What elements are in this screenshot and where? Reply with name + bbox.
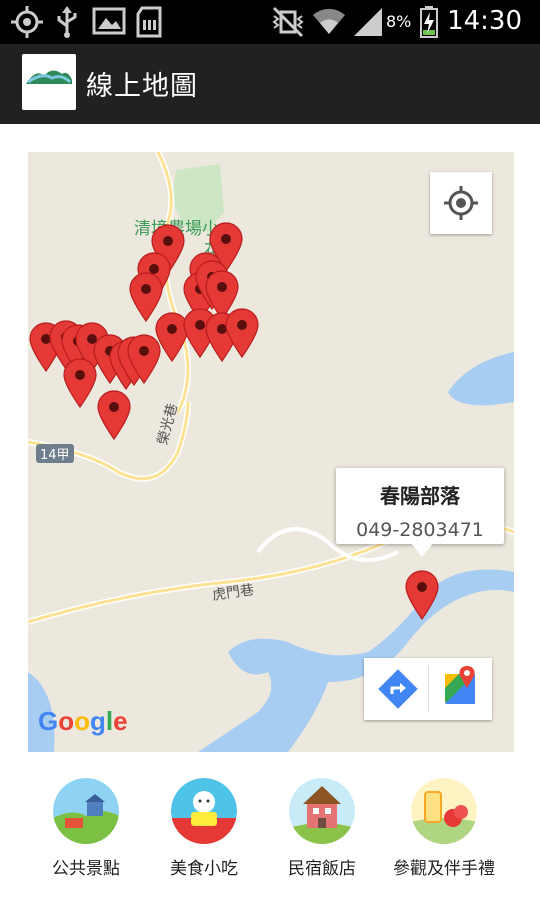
- battery-charging-icon: [420, 6, 438, 38]
- road-shield-14: 14甲: [36, 444, 74, 463]
- signal-icon: [354, 8, 382, 36]
- map-toolbar: [364, 658, 492, 720]
- map-marker-pin[interactable]: [62, 358, 98, 409]
- clock: 14:30: [447, 6, 522, 36]
- wifi-icon: [313, 8, 345, 35]
- usb-icon: [57, 6, 77, 38]
- mute-vibrate-icon: [272, 6, 304, 38]
- bottom-nav: 公共景點 美食小吃 民宿飯店 參觀及伴手禮: [0, 770, 540, 900]
- nav-item-attractions[interactable]: 公共景點: [26, 778, 146, 879]
- battery-percent: 8%: [386, 12, 412, 31]
- nav-label: 民宿飯店: [288, 859, 356, 879]
- map-marker-pin[interactable]: [96, 390, 132, 441]
- my-location-button[interactable]: [430, 172, 492, 234]
- map-marker-pin[interactable]: [126, 334, 162, 385]
- souvenir-icon: [411, 778, 477, 844]
- status-bar: 8% 14:30: [0, 0, 540, 44]
- nav-label: 公共景點: [52, 859, 120, 879]
- info-place-name: 春陽部落: [380, 484, 460, 508]
- nav-item-souvenirs[interactable]: 參觀及伴手禮: [384, 778, 504, 879]
- lodging-icon: [289, 778, 355, 844]
- nav-label: 參觀及伴手禮: [393, 859, 495, 879]
- attractions-icon: [53, 778, 119, 844]
- sd-card-icon: [136, 6, 162, 38]
- crosshair-icon: [444, 186, 478, 220]
- open-in-maps-button[interactable]: [429, 658, 493, 720]
- info-window-tail: [411, 543, 433, 557]
- directions-button[interactable]: [364, 658, 428, 720]
- directions-icon: [378, 669, 418, 709]
- google-maps-icon: [445, 666, 475, 704]
- page-title: 線上地圖: [86, 71, 198, 102]
- map-marker-pin[interactable]: [224, 308, 260, 359]
- nav-item-food[interactable]: 美食小吃: [144, 778, 264, 879]
- mountain-logo-icon: [22, 54, 76, 110]
- google-logo: Google: [38, 706, 128, 736]
- app-logo: [22, 54, 76, 110]
- nav-item-lodging[interactable]: 民宿飯店: [262, 778, 382, 879]
- gallery-icon: [92, 7, 126, 35]
- info-phone: 049-2803471: [356, 519, 484, 541]
- food-icon: [171, 778, 237, 844]
- marker-info-window[interactable]: 春陽部落 049-2803471: [336, 468, 504, 544]
- map-marker-pin[interactable]: [404, 570, 440, 621]
- app-bar: [0, 44, 540, 124]
- nav-label: 美食小吃: [170, 859, 238, 879]
- gps-icon: [11, 6, 43, 38]
